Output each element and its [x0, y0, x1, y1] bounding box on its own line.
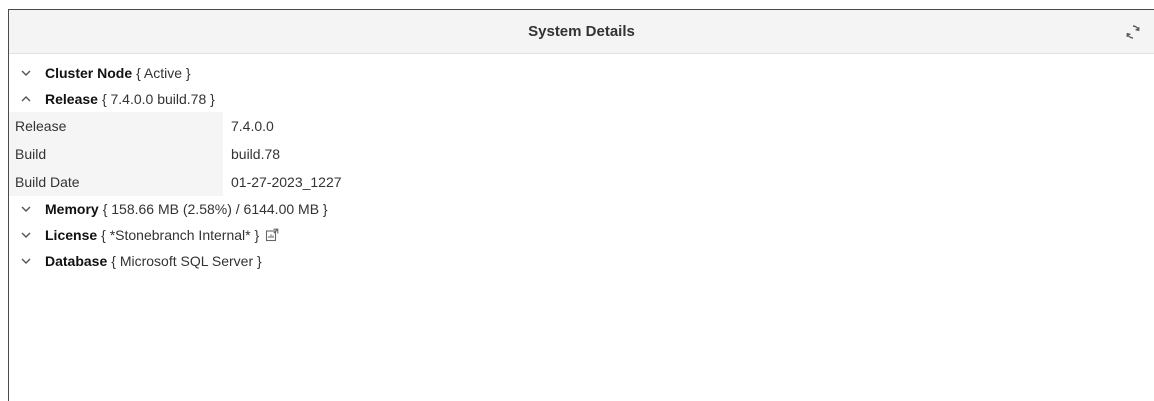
detail-key: Release	[9, 112, 223, 140]
section-value: { Active }	[136, 65, 191, 81]
detail-row: Release 7.4.0.0	[9, 112, 1154, 140]
section-release[interactable]: Release { 7.4.0.0 build.78 }	[9, 86, 1154, 112]
chevron-down-icon[interactable]	[19, 228, 33, 242]
external-link-icon[interactable]	[265, 228, 279, 242]
detail-key: Build Date	[9, 168, 223, 196]
section-name: Memory	[45, 201, 99, 217]
refresh-icon[interactable]	[1124, 23, 1142, 41]
section-cluster-node[interactable]: Cluster Node { Active }	[9, 60, 1154, 86]
section-name: License	[45, 227, 98, 243]
detail-row: Build Date 01-27-2023_1227	[9, 168, 1154, 196]
chevron-up-icon[interactable]	[19, 92, 33, 106]
section-name: Release	[45, 91, 98, 107]
panel-title: System Details	[528, 23, 635, 40]
section-value: { 158.66 MB (2.58%) / 6144.00 MB }	[102, 201, 328, 217]
section-value: { 7.4.0.0 build.78 }	[101, 91, 215, 107]
system-details-panel: System Details Cluster Node { Active } R…	[8, 9, 1154, 401]
section-name: Database	[45, 253, 108, 269]
detail-value: 01-27-2023_1227	[231, 174, 342, 190]
section-name: Cluster Node	[45, 65, 133, 81]
chevron-down-icon[interactable]	[19, 254, 33, 268]
section-value: { *Stonebranch Internal* }	[101, 227, 260, 243]
chevron-down-icon[interactable]	[19, 202, 33, 216]
detail-value: 7.4.0.0	[231, 118, 274, 134]
detail-key: Build	[9, 140, 223, 168]
detail-value: build.78	[231, 146, 281, 162]
section-memory[interactable]: Memory { 158.66 MB (2.58%) / 6144.00 MB …	[9, 196, 1154, 222]
section-license[interactable]: License { *Stonebranch Internal* }	[9, 222, 1154, 248]
chevron-down-icon[interactable]	[19, 66, 33, 80]
section-database[interactable]: Database { Microsoft SQL Server }	[9, 248, 1154, 274]
panel-header: System Details	[9, 10, 1154, 54]
detail-row: Build build.78	[9, 140, 1154, 168]
section-value: { Microsoft SQL Server }	[111, 253, 262, 269]
